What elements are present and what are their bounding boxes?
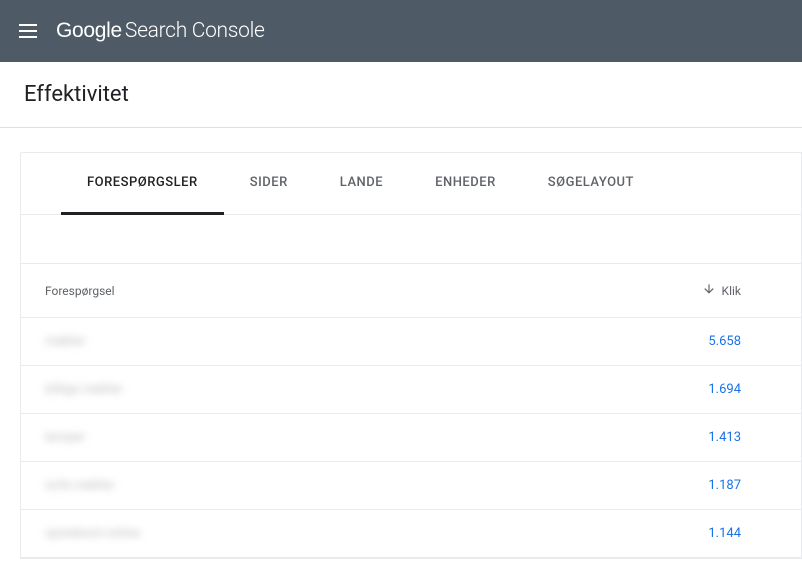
- table-row[interactable]: lamper 1.413: [21, 414, 801, 462]
- column-header-clicks-label: Klik: [722, 284, 741, 298]
- row-query: møbler: [45, 334, 86, 349]
- column-header-query[interactable]: Forespørgsel: [45, 284, 115, 298]
- tab-devices[interactable]: ENHEDER: [409, 153, 522, 214]
- tab-countries[interactable]: LANDE: [314, 153, 409, 214]
- row-query: spisebord online: [45, 526, 140, 541]
- table-row[interactable]: billige møbler 1.694: [21, 366, 801, 414]
- row-clicks: 1.694: [708, 382, 741, 397]
- spacer: [21, 215, 801, 263]
- menu-icon[interactable]: [16, 19, 40, 43]
- tabs-bar: FORESPØRGSLER SIDER LANDE ENHEDER SØGELA…: [21, 153, 801, 215]
- row-query: sofa møbler: [45, 478, 114, 493]
- table-header: Forespørgsel Klik: [21, 263, 801, 318]
- app-logo: Google Search Console: [56, 19, 265, 43]
- column-header-clicks[interactable]: Klik: [702, 282, 741, 299]
- logo-google-text: Google: [56, 19, 122, 43]
- row-query: lamper: [45, 430, 85, 445]
- table-row[interactable]: spisebord online 1.144: [21, 510, 801, 558]
- app-header: Google Search Console: [0, 0, 802, 62]
- content-area: FORESPØRGSLER SIDER LANDE ENHEDER SØGELA…: [0, 128, 802, 559]
- row-clicks: 5.658: [708, 334, 741, 349]
- page-title: Effektivitet: [24, 82, 778, 107]
- performance-card: FORESPØRGSLER SIDER LANDE ENHEDER SØGELA…: [20, 152, 802, 559]
- tab-search-appearance[interactable]: SØGELAYOUT: [522, 153, 660, 214]
- sort-descending-icon: [702, 282, 716, 299]
- tab-queries[interactable]: FORESPØRGSLER: [61, 153, 224, 215]
- table-row[interactable]: møbler 5.658: [21, 318, 801, 366]
- tab-pages[interactable]: SIDER: [224, 153, 314, 214]
- row-clicks: 1.413: [708, 430, 741, 445]
- table-row[interactable]: sofa møbler 1.187: [21, 462, 801, 510]
- logo-product-text: Search Console: [125, 19, 265, 43]
- row-clicks: 1.144: [708, 526, 741, 541]
- page-title-bar: Effektivitet: [0, 62, 802, 128]
- row-query: billige møbler: [45, 382, 123, 397]
- row-clicks: 1.187: [708, 478, 741, 493]
